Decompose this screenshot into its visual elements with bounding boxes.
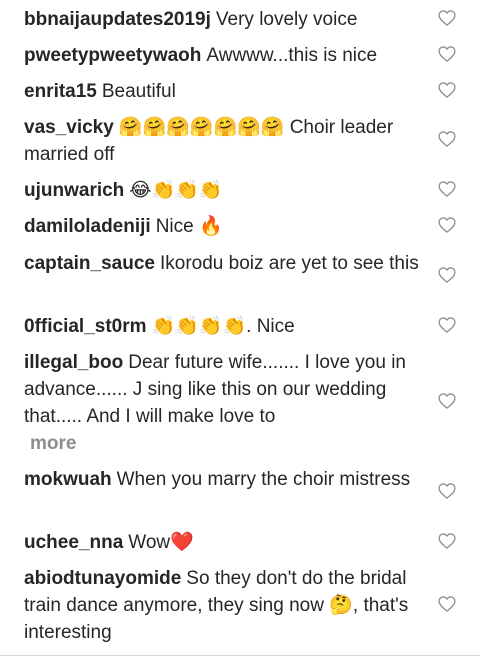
comment-username[interactable]: ujunwarich [24, 180, 124, 201]
comment-text: Very lovely voice [215, 9, 358, 30]
like-heart-icon[interactable] [437, 215, 457, 235]
comment-text: When you marry the choir mistress [116, 469, 411, 490]
comment-username[interactable]: bbnaijaupdates2019j [24, 9, 211, 30]
like-heart-icon[interactable] [437, 8, 457, 28]
like-heart-icon[interactable] [437, 531, 457, 551]
comment-item: captain_sauce Ikorodu boiz are yet to see… [24, 250, 424, 277]
comment-username[interactable]: uchee_nna [24, 532, 123, 553]
comment-username[interactable]: 0fficial_st0rm [24, 316, 147, 337]
comment-username[interactable]: enrita15 [24, 81, 97, 102]
comment-username[interactable]: vas_vicky [24, 117, 114, 138]
comment-username[interactable]: damiloladeniji [24, 216, 151, 237]
like-heart-icon[interactable] [437, 265, 457, 285]
comment-item: illegal_boo Dear future wife....... I lov… [24, 349, 424, 457]
comment-username[interactable]: mokwuah [24, 469, 112, 490]
comment-item: abiodtunayomide So they don't do the brid… [24, 565, 424, 646]
comment-item: ujunwarich 😂👏👏👏 [24, 177, 424, 204]
like-heart-icon[interactable] [437, 391, 457, 411]
comment-item: bbnaijaupdates2019j Very lovely voice [24, 6, 424, 33]
comment-item: mokwuah When you marry the choir mistress [24, 466, 424, 493]
like-heart-icon[interactable] [437, 80, 457, 100]
bottom-divider [0, 655, 480, 656]
like-heart-icon[interactable] [437, 44, 457, 64]
comment-item: enrita15 Beautiful [24, 78, 424, 105]
comment-text: Wow❤️ [128, 532, 194, 553]
more-link[interactable]: more [30, 430, 424, 457]
comment-text: Ikorodu boiz are yet to see this [159, 253, 419, 274]
comment-item: pweetypweetywaoh Awwww...this is nice [24, 42, 424, 69]
comment-text: Awwww...this is nice [206, 45, 378, 66]
comment-item: 0fficial_st0rm 👏👏👏👏. Nice [24, 313, 424, 340]
like-heart-icon[interactable] [437, 594, 457, 614]
comment-item: vas_vicky 🤗🤗🤗🤗🤗🤗🤗 Choir leader married of… [24, 114, 424, 168]
comment-text: 👏👏👏👏. Nice [151, 316, 295, 337]
like-heart-icon[interactable] [437, 179, 457, 199]
comment-text: 😂👏👏👏 [129, 180, 223, 201]
comment-item: uchee_nna Wow❤️ [24, 529, 424, 556]
comment-item: damiloladeniji Nice 🔥 [24, 213, 424, 240]
comment-username[interactable]: captain_sauce [24, 253, 155, 274]
comment-text: Nice 🔥 [155, 216, 223, 237]
like-heart-icon[interactable] [437, 129, 457, 149]
comment-username[interactable]: pweetypweetywaoh [24, 45, 201, 66]
like-heart-icon[interactable] [437, 315, 457, 335]
comment-username[interactable]: illegal_boo [24, 352, 123, 373]
comment-text: Beautiful [101, 81, 176, 102]
comment-username[interactable]: abiodtunayomide [24, 568, 181, 589]
like-heart-icon[interactable] [437, 481, 457, 501]
